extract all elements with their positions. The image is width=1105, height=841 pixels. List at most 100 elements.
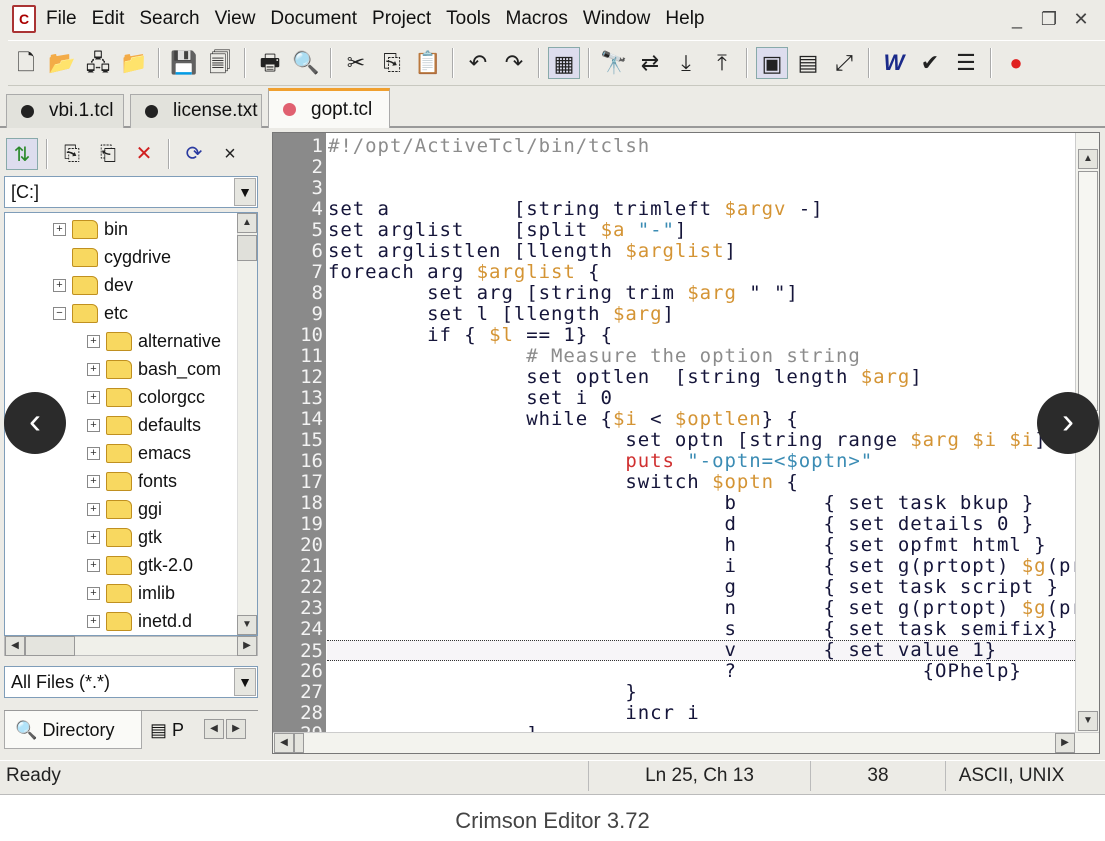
find-icon[interactable]: 🔭 [598, 47, 630, 79]
chevron-down-icon[interactable]: ▼ [234, 178, 256, 206]
scroll-down-icon[interactable]: ▼ [1078, 711, 1098, 731]
expand-icon[interactable]: + [87, 558, 100, 572]
menu-help[interactable]: Help [665, 8, 704, 30]
expand-icon[interactable]: + [87, 614, 100, 628]
find-prev-icon[interactable]: ⤒ [706, 47, 738, 79]
restore-button[interactable]: ❐ [1036, 6, 1062, 32]
reopen-icon[interactable]: 📁 [118, 47, 150, 79]
chevron-down-icon[interactable]: ▼ [234, 668, 256, 696]
tree-item[interactable]: + inetd.d [87, 607, 192, 635]
tab-directory[interactable]: 🔍 Directory [4, 711, 142, 749]
menu-view[interactable]: View [215, 8, 256, 30]
expand-icon[interactable]: + [87, 502, 100, 516]
tab-vbi-1-tcl[interactable]: vbi.1.tcl [6, 94, 124, 128]
expand-icon[interactable]: + [87, 362, 100, 376]
tree-item[interactable]: + dev [53, 271, 133, 299]
record-macro-icon[interactable]: ● [1000, 47, 1032, 79]
editor-horizontal-scrollbar[interactable]: ◀ ▶ [273, 732, 1099, 753]
line-numbers-icon[interactable]: ☰ [950, 47, 982, 79]
tab-project[interactable]: ▤ P [146, 711, 202, 749]
copy-icon[interactable]: ⎘ [56, 138, 88, 170]
tree-scrollbar[interactable]: ▲ ▼ [237, 213, 257, 635]
menu-search[interactable]: Search [139, 8, 199, 30]
collapse-icon[interactable]: − [53, 306, 66, 320]
menu-edit[interactable]: Edit [92, 8, 125, 30]
fullscreen-icon[interactable]: ⤢ [828, 47, 860, 79]
file-filter-select[interactable]: All Files (*.*) ▼ [4, 666, 258, 698]
menu-window[interactable]: Window [583, 8, 651, 30]
open-remote-icon[interactable]: 🖧 [82, 47, 114, 79]
tree-item[interactable]: + bash_com [87, 355, 221, 383]
refresh-icon[interactable]: ⟳ [178, 138, 210, 170]
close-window-button[interactable]: ✕ [1068, 6, 1094, 32]
menu-tools[interactable]: Tools [446, 8, 490, 30]
save-all-icon[interactable]: 🗐 [204, 47, 236, 79]
copy-icon[interactable]: ⎘ [376, 47, 408, 79]
scroll-right-icon[interactable]: ▶ [1055, 733, 1075, 753]
tree-item[interactable]: − etc [53, 299, 128, 327]
tree-item[interactable]: + ggi [87, 495, 162, 523]
tree-item[interactable]: + gtk-2.0 [87, 551, 193, 579]
scroll-down-icon[interactable]: ▼ [237, 615, 257, 635]
output-window-icon[interactable]: ▤ [792, 47, 824, 79]
tree-horizontal-scrollbar[interactable]: ◀ ▶ [4, 636, 258, 656]
expand-icon[interactable]: + [87, 586, 100, 600]
word-wrap-icon[interactable]: W [878, 47, 910, 79]
spell-check-icon[interactable]: ✔ [914, 47, 946, 79]
tree-item[interactable]: + emacs [87, 439, 191, 467]
save-icon[interactable]: 💾 [168, 47, 200, 79]
scroll-thumb[interactable] [1078, 171, 1098, 411]
tab-scroll-left-icon[interactable]: ◀ [204, 719, 224, 739]
expand-icon[interactable]: + [87, 474, 100, 488]
sync-icon[interactable]: ⇅ [6, 138, 38, 170]
menu-file[interactable]: File [46, 8, 77, 30]
minimize-button[interactable]: _ [1004, 6, 1030, 32]
scroll-up-icon[interactable]: ▲ [1078, 149, 1098, 169]
move-icon[interactable]: ⎗ [92, 138, 124, 170]
menu-macros[interactable]: Macros [506, 8, 568, 30]
new-file-icon[interactable]: 🗋 [10, 47, 42, 79]
tree-item[interactable]: + imlib [87, 579, 175, 607]
redo-icon[interactable]: ↷ [498, 47, 530, 79]
tree-item[interactable]: + defaults [87, 411, 201, 439]
scroll-thumb[interactable] [294, 733, 304, 753]
tab-license-txt[interactable]: license.txt [130, 94, 262, 128]
carousel-next-button[interactable]: › [1037, 392, 1099, 454]
expand-icon[interactable]: + [87, 334, 100, 348]
close-icon[interactable]: × [214, 138, 246, 170]
tree-item[interactable]: + gtk [87, 523, 162, 551]
print-preview-icon[interactable]: 🔍 [290, 47, 322, 79]
cut-icon[interactable]: ✂ [340, 47, 372, 79]
tree-item[interactable]: + bin [53, 215, 128, 243]
tree-item[interactable]: + fonts [87, 467, 177, 495]
carousel-prev-button[interactable]: ‹ [4, 392, 66, 454]
menu-project[interactable]: Project [372, 8, 431, 30]
tab-gopt-tcl[interactable]: gopt.tcl [268, 88, 390, 128]
tab-scroll-right-icon[interactable]: ▶ [226, 719, 246, 739]
undo-icon[interactable]: ↶ [462, 47, 494, 79]
expand-icon[interactable]: + [87, 446, 100, 460]
scroll-left-icon[interactable]: ◀ [5, 636, 25, 656]
tree-item[interactable]: cygdrive [53, 243, 171, 271]
scroll-up-icon[interactable]: ▲ [237, 213, 257, 233]
expand-icon[interactable]: + [53, 278, 66, 292]
scroll-right-icon[interactable]: ▶ [237, 636, 257, 656]
directory-window-icon[interactable]: ▣ [756, 47, 788, 79]
find-next-icon[interactable]: ⤓ [670, 47, 702, 79]
menu-document[interactable]: Document [270, 8, 357, 30]
open-file-icon[interactable]: 📂 [46, 47, 78, 79]
expand-icon[interactable]: + [87, 418, 100, 432]
paste-icon[interactable]: 📋 [412, 47, 444, 79]
expand-icon[interactable]: + [87, 530, 100, 544]
replace-icon[interactable]: ⇄ [634, 47, 666, 79]
drive-select[interactable]: [C:] ▼ [4, 176, 258, 208]
code-editor[interactable]: 1 #!/opt/ActiveTcl/bin/tclsh 2 3 4 set a [str… [272, 132, 1100, 754]
expand-icon[interactable]: + [53, 222, 66, 236]
expand-icon[interactable]: + [87, 390, 100, 404]
code-area[interactable]: 1 #!/opt/ActiveTcl/bin/tclsh 2 3 4 set a [str… [273, 136, 1083, 745]
scroll-left-icon[interactable]: ◀ [274, 733, 294, 753]
crimson-editor-icon[interactable]: C [12, 5, 36, 33]
tree-item[interactable]: + colorgcc [87, 383, 205, 411]
tree-item[interactable]: + alternative [87, 327, 221, 355]
print-icon[interactable]: 🖶 [254, 47, 286, 79]
